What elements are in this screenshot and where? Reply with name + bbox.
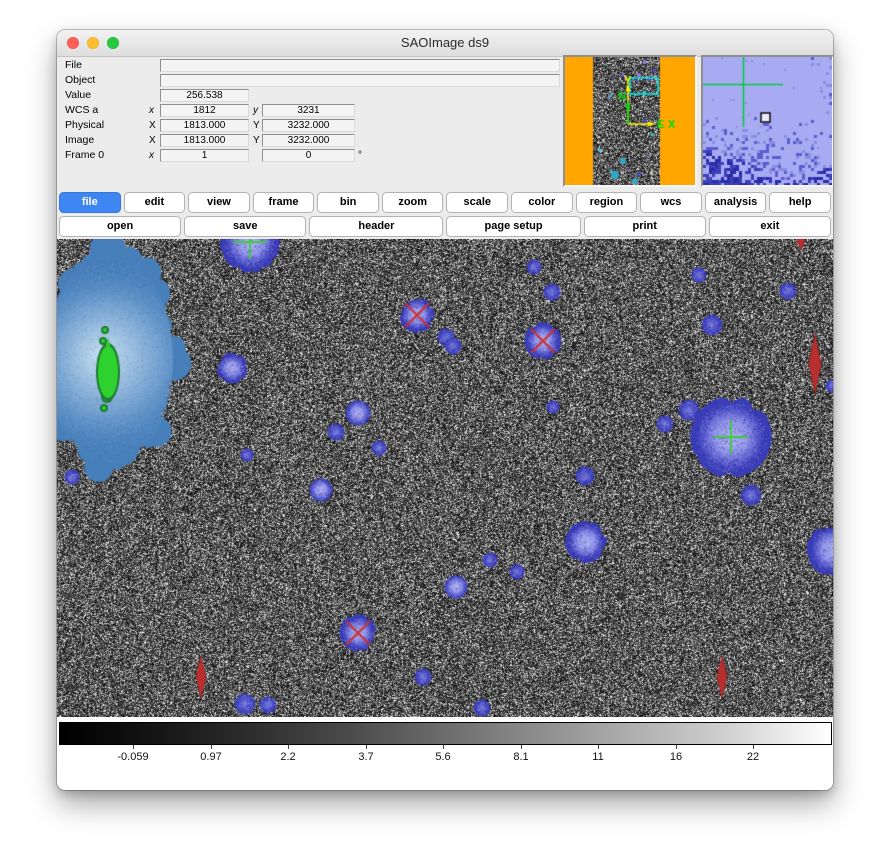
image-y-field: 3232.000 — [262, 134, 355, 147]
value-field: 256.538 — [160, 89, 249, 102]
file-field — [160, 59, 560, 72]
menu-scale-button[interactable]: scale — [446, 192, 508, 213]
physical-y-sublabel: Y — [253, 119, 260, 132]
tick-mark — [288, 745, 289, 749]
menu-wcs-button[interactable]: wcs — [640, 192, 702, 213]
tick-mark — [753, 745, 754, 749]
wcs-x-sublabel: x — [149, 104, 154, 117]
tick-label: 2.2 — [280, 751, 295, 763]
wcs-row: WCS a x 1812 y 3231 — [57, 104, 563, 117]
object-label: Object — [65, 74, 95, 87]
image-x-field: 1813.000 — [160, 134, 249, 147]
wcs-y-sublabel: y — [253, 104, 258, 117]
frame-label: Frame 0 — [65, 149, 104, 162]
degree-symbol: ° — [358, 149, 362, 162]
frame-row: Frame 0 x 1 0 ° — [57, 149, 563, 162]
menu-bin-button[interactable]: bin — [317, 192, 379, 213]
open-button[interactable]: open — [59, 216, 181, 237]
value-row: Value 256.538 — [57, 89, 563, 102]
menu-frame-button[interactable]: frame — [253, 192, 315, 213]
page-setup-button[interactable]: page setup — [446, 216, 580, 237]
wcs-label: WCS a — [65, 104, 98, 117]
tick-label: 11 — [592, 751, 603, 763]
frame-rotate-field: 0 — [262, 149, 355, 162]
value-label: Value — [65, 89, 91, 102]
file-label: File — [65, 59, 82, 72]
titlebar[interactable]: SAOImage ds9 — [57, 30, 833, 57]
menu-zoom-button[interactable]: zoom — [382, 192, 444, 213]
image-label: Image — [65, 134, 94, 147]
tick-mark — [676, 745, 677, 749]
tick-label: -0.059 — [117, 751, 148, 763]
image-row: Image X 1813.000 Y 3232.000 — [57, 134, 563, 147]
wcs-y-field: 3231 — [262, 104, 355, 117]
menu-color-button[interactable]: color — [511, 192, 573, 213]
tick-mark — [133, 745, 134, 749]
tick-label: 16 — [670, 751, 682, 763]
tick-label: 8.1 — [513, 751, 528, 763]
save-button[interactable]: save — [184, 216, 306, 237]
menu-edit-button[interactable]: edit — [124, 192, 186, 213]
frame-zoom-field: 1 — [160, 149, 249, 162]
print-button[interactable]: print — [584, 216, 706, 237]
tick-mark — [443, 745, 444, 749]
tick-label: 22 — [747, 751, 759, 763]
file-row: File — [57, 59, 563, 72]
wcs-x-field: 1812 — [160, 104, 249, 117]
menu-view-button[interactable]: view — [188, 192, 250, 213]
menubar: file edit view frame bin zoom scale colo… — [59, 192, 831, 213]
tick-label: 0.97 — [200, 751, 221, 763]
menu-help-button[interactable]: help — [769, 192, 831, 213]
header-button[interactable]: header — [309, 216, 443, 237]
image-y-sublabel: Y — [253, 134, 260, 147]
ds9-window: SAOImage ds9 File Object Value 256.538 W… — [57, 30, 833, 790]
menu-analysis-button[interactable]: analysis — [705, 192, 767, 213]
physical-y-field: 3232.000 — [262, 119, 355, 132]
physical-x-sublabel: X — [149, 119, 156, 132]
image-x-sublabel: X — [149, 134, 156, 147]
object-row: Object — [57, 74, 563, 87]
colorbar[interactable] — [59, 722, 832, 745]
magnifier-panel[interactable] — [701, 55, 833, 187]
tick-label: 5.6 — [435, 751, 450, 763]
physical-label: Physical — [65, 119, 104, 132]
tick-label: 3.7 — [358, 751, 373, 763]
object-field — [160, 74, 560, 87]
physical-x-field: 1813.000 — [160, 119, 249, 132]
toolbar: open save header page setup print exit — [59, 216, 831, 237]
frame-zoom-sublabel: x — [149, 149, 154, 162]
tick-mark — [598, 745, 599, 749]
window-title: SAOImage ds9 — [57, 30, 833, 56]
menu-region-button[interactable]: region — [576, 192, 638, 213]
panner-canvas[interactable] — [565, 57, 695, 185]
physical-row: Physical X 1813.000 Y 3232.000 — [57, 119, 563, 132]
panner-panel[interactable] — [563, 55, 697, 187]
tick-mark — [521, 745, 522, 749]
image-canvas[interactable] — [57, 239, 833, 717]
exit-button[interactable]: exit — [709, 216, 831, 237]
tick-mark — [366, 745, 367, 749]
menu-file-button[interactable]: file — [59, 192, 121, 213]
tick-mark — [211, 745, 212, 749]
magnifier-canvas[interactable] — [703, 57, 832, 185]
